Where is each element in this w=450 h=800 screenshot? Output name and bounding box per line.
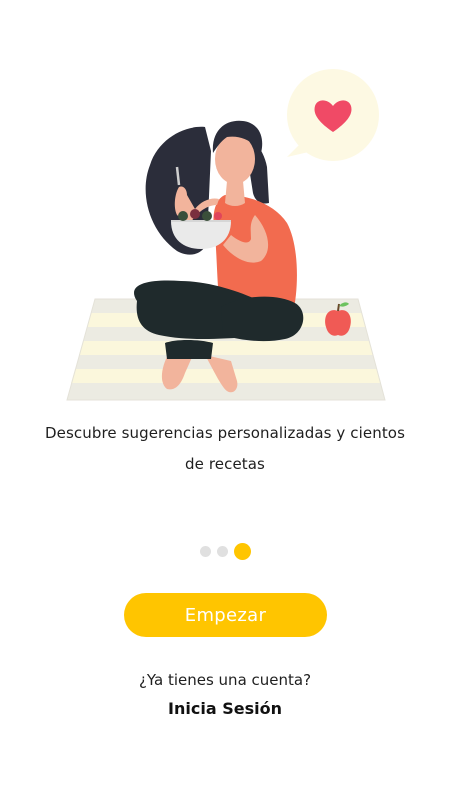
page-indicator: [0, 541, 450, 561]
page-dot-2[interactable]: [216, 545, 228, 557]
onboarding-description: Descubre sugerencias personalizadas y ci…: [44, 424, 405, 473]
page-dot-3-active[interactable]: [233, 542, 251, 560]
start-button[interactable]: Empezar: [124, 593, 327, 637]
woman-eating-salad-illustration: [55, 55, 395, 410]
page-dot-1[interactable]: [199, 545, 211, 557]
login-link[interactable]: Inicia Sesión: [0, 699, 450, 718]
onboarding-screen: Descubre sugerencias personalizadas y ci…: [0, 0, 450, 800]
account-question-text: ¿Ya tienes una cuenta?: [138, 671, 312, 689]
speech-bubble-heart: [287, 69, 379, 161]
illustration-svg: [66, 69, 386, 401]
